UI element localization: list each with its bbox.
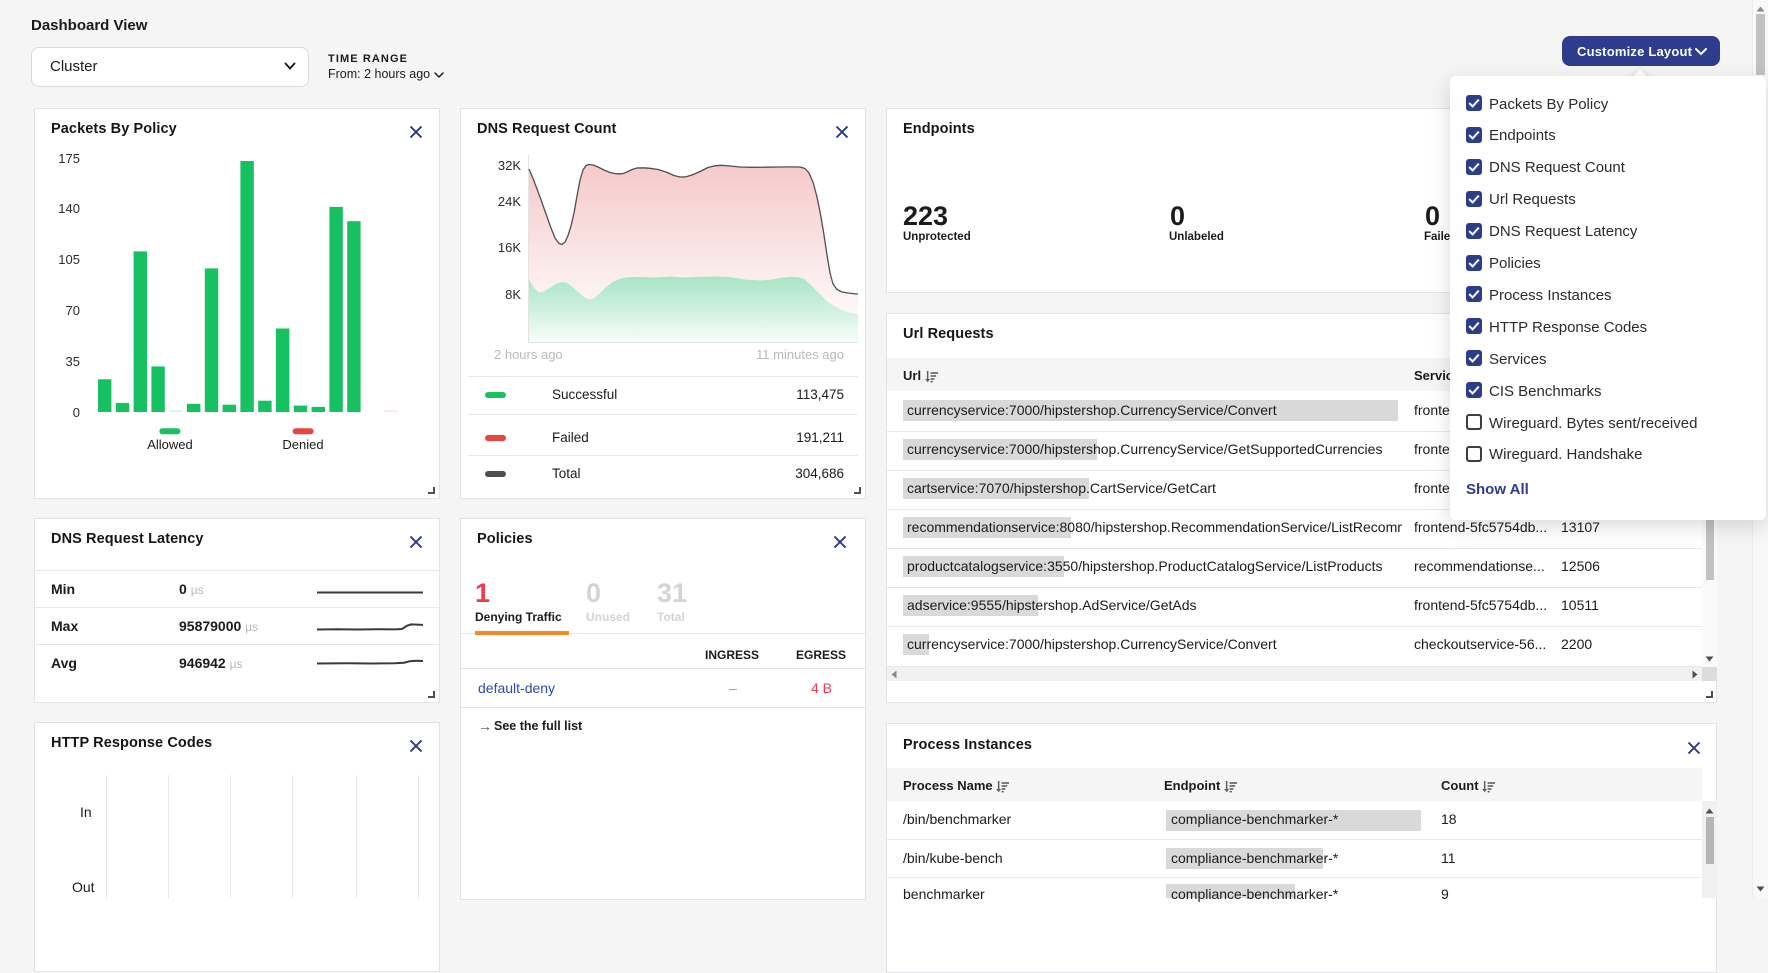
svg-text:175: 175 bbox=[58, 151, 80, 166]
svg-text:35: 35 bbox=[66, 354, 80, 369]
svg-text:Allowed: Allowed bbox=[147, 437, 193, 452]
svg-text:24K: 24K bbox=[498, 194, 521, 209]
svg-text:0: 0 bbox=[73, 405, 80, 420]
svg-text:Denied: Denied bbox=[282, 437, 323, 452]
svg-text:16K: 16K bbox=[498, 240, 521, 255]
svg-text:32K: 32K bbox=[498, 158, 521, 173]
svg-text:8K: 8K bbox=[505, 287, 521, 302]
svg-text:140: 140 bbox=[58, 201, 80, 216]
svg-text:105: 105 bbox=[58, 252, 80, 267]
svg-text:70: 70 bbox=[66, 303, 80, 318]
